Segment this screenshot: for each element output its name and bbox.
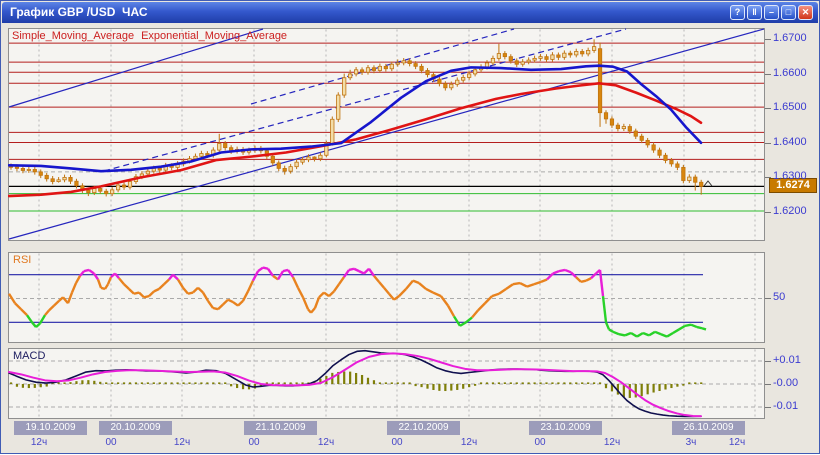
date-axis-label: 26.10.2009	[672, 421, 745, 435]
time-axis-label: 12ч	[318, 437, 334, 448]
time-axis-label: 12ч	[729, 437, 745, 448]
price-axis-label: 1.6600	[773, 67, 807, 79]
rsi-panel-label: RSI	[13, 254, 31, 266]
legend-ema-label: Exponential_Moving_Average	[141, 30, 287, 42]
date-axis-label: 22.10.2009	[387, 421, 460, 435]
price-axis-tick	[765, 74, 771, 75]
time-axis-label: 12ч	[174, 437, 190, 448]
time-axis-label: 12ч	[31, 437, 47, 448]
macd-axis-label: -0.00	[773, 377, 798, 389]
time-axis-label: 12ч	[461, 437, 477, 448]
legend-sma-label: Simple_Moving_Average	[12, 30, 134, 42]
time-axis-label: 3ч	[686, 437, 697, 448]
date-axis-label: 19.10.2009	[14, 421, 87, 435]
date-axis-label: 23.10.2009	[529, 421, 602, 435]
price-axis-label: 1.6500	[773, 101, 807, 113]
time-axis-label: 00	[105, 437, 116, 448]
price-axis-tick	[765, 108, 771, 109]
indicator-legend: Simple_Moving_Average Exponential_Moving_…	[12, 30, 294, 42]
rsi-axis-label: 50	[773, 291, 785, 303]
date-axis-label: 21.10.2009	[244, 421, 317, 435]
macd-axis-tick	[765, 384, 771, 385]
macd-axis-tick	[765, 407, 771, 408]
price-axis-tick	[765, 39, 771, 40]
chart-window: График GBP /USD ЧАС ? ‖ – □ ✕ Simple_Mov…	[0, 0, 820, 454]
price-axis-label: 1.6200	[773, 205, 807, 217]
rsi-axis-tick	[765, 298, 771, 299]
price-axis-label: 1.6400	[773, 136, 807, 148]
date-axis-label: 20.10.2009	[99, 421, 172, 435]
price-axis-tick	[765, 212, 771, 213]
time-axis-label: 12ч	[604, 437, 620, 448]
price-axis-label: 1.6300	[773, 170, 807, 182]
macd-axis-label: +0.01	[773, 354, 801, 366]
price-axis-tick	[765, 143, 771, 144]
time-axis-label: 00	[534, 437, 545, 448]
price-axis-tick	[765, 177, 771, 178]
time-axis-label: 00	[248, 437, 259, 448]
macd-axis-label: -0.01	[773, 400, 798, 412]
price-axis-label: 1.6700	[773, 32, 807, 44]
time-axis-label: 00	[391, 437, 402, 448]
macd-panel-label: MACD	[13, 350, 45, 362]
macd-axis-tick	[765, 361, 771, 362]
